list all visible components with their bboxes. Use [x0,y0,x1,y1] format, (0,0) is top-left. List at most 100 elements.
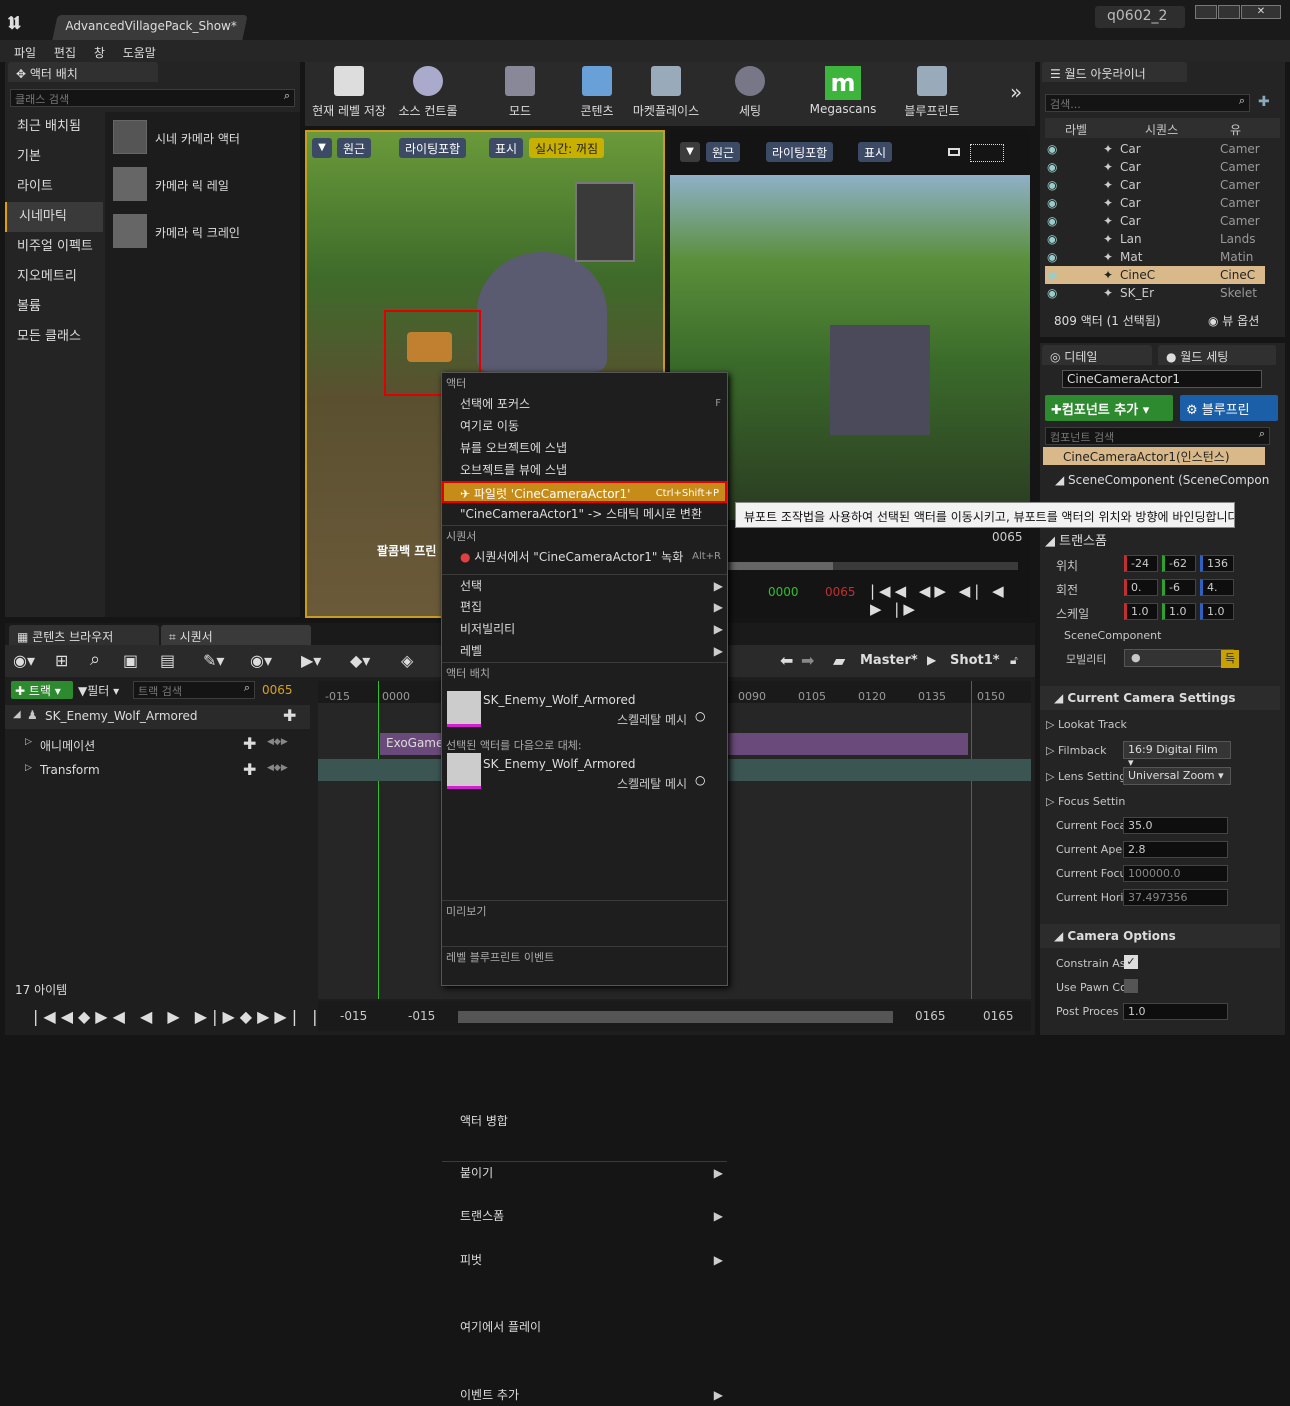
wrench-icon[interactable]: ✎▾ [203,651,224,670]
folder-icon[interactable]: ▰ [833,651,845,670]
perspective-button[interactable]: 원근 [337,138,372,158]
outliner-row[interactable]: ◉ ✦ Car Camer [1045,140,1265,158]
sequencer-tab[interactable]: ⌗ 시퀀서 [161,625,311,645]
focus-row[interactable]: ▷ Focus Settin [1046,795,1125,808]
maximize-button[interactable] [1218,5,1240,19]
menu-pilot-actor[interactable]: ✈ 파일럿 'CineCameraActor1' Ctrl+Shift+P [442,481,727,503]
lens-row[interactable]: ▷ Lens Setting [1046,770,1126,783]
rotation-field[interactable]: 0. [1124,579,1158,596]
modes-button[interactable]: 모드 [485,66,555,119]
track-row[interactable]: ◢ ♟ SK_Enemy_Wolf_Armored ✚ [5,705,310,729]
camera-settings-section[interactable]: ◢ Current Camera Settings [1040,686,1280,710]
content-browser-tab[interactable]: ▦ 콘텐츠 브라우저 [9,625,159,645]
eye-icon[interactable]: ◉ [1047,284,1057,302]
outliner-row[interactable]: ◉ ✦ Lan Lands [1045,230,1265,248]
playback-controls[interactable]: |◀◀ ◀▶ ◀| ◀ ▶ |▶ [870,582,1030,618]
use-pawn-checkbox[interactable] [1124,979,1138,993]
category-recent[interactable]: 최근 배치됨 [5,112,103,142]
save-level-button[interactable]: 현재 레벨 저장 [310,66,388,119]
place-asset-item[interactable]: SK_Enemy_Wolf_Armored 스켈레탈 메시 ○ [445,691,723,731]
eye-icon[interactable]: ◉ [1047,266,1057,284]
menu-edit[interactable]: 편집 [54,44,76,61]
view-options-button[interactable]: ◉ 뷰 옵션 [1208,312,1259,329]
settings-button[interactable]: 세팅 [720,66,780,119]
source-control-button[interactable]: 소스 컨트롤 [393,66,463,119]
menu-file[interactable]: 파일 [14,44,36,61]
lock-icon[interactable]: 🔓︎ [1010,653,1018,668]
list-item[interactable]: 시네 카메라 액터 [113,120,293,158]
eye-icon[interactable]: ◉ [1047,194,1057,212]
outliner-tab[interactable]: ☰ 월드 아웃라이너 [1042,62,1187,82]
key-nav-icon[interactable]: ◀◆▶ [267,763,288,773]
range-end[interactable]: 0165 [983,1009,1014,1023]
component-search-input[interactable]: 컴포넌트 검색 ⌕ [1045,427,1270,445]
clapper-icon[interactable]: ▤ [160,651,175,670]
filter-button[interactable]: ▼필터 ▾ [78,682,119,699]
play-icon[interactable]: ▶▾ [301,651,321,670]
view-end[interactable]: 0165 [915,1009,946,1023]
location-field[interactable]: 136 [1200,555,1234,572]
perspective-button[interactable]: 원근 [706,142,741,162]
minimize-button[interactable] [1195,5,1217,19]
column-type[interactable]: 유 [1230,121,1241,138]
list-item[interactable]: 카메라 릭 크레인 [113,214,293,252]
scale-field[interactable]: 1.0 [1162,603,1196,620]
eye-icon[interactable]: ◉ [1047,248,1057,266]
breadcrumb-master[interactable]: Master* [860,653,918,668]
eye-icon[interactable]: ◉ [1047,140,1057,158]
close-button[interactable]: ✕ [1241,5,1281,19]
filmback-row[interactable]: ▷ Filmback [1046,744,1106,757]
actor-name-field[interactable]: CineCameraActor1 [1062,370,1262,388]
filmback-dropdown[interactable]: 16:9 Digital Film ▾ [1123,741,1231,769]
add-track-button[interactable]: ✚ 트랙 ▾ [11,681,73,699]
category-visual-effects[interactable]: 비주얼 이펙트 [5,232,103,262]
outliner-row[interactable]: ◉ ✦ Car Camer [1045,176,1265,194]
focal-length-field[interactable]: 35.0 [1123,817,1228,834]
content-button[interactable]: 콘텐츠 [567,66,627,119]
menu-help[interactable]: 도움말 [123,44,156,61]
back-arrow-icon[interactable]: ⬅ [780,651,793,670]
details-tab[interactable]: ◎ 디테일 [1042,345,1152,365]
category-all-classes[interactable]: 모든 클래스 [5,322,103,352]
track-search-input[interactable]: 트랙 검색 ⌕ [133,681,255,699]
track-row[interactable]: ▷ Transform ✚ ◀◆▶ [5,759,310,783]
megascans-button[interactable]: m Megascans [805,66,881,116]
document-tab[interactable]: AdvancedVillagePack_Show* [52,15,248,40]
menu-pivot[interactable]: 피벗 ▶ [442,1249,727,1271]
outliner-search-input[interactable]: 검색... ⌕ [1045,94,1250,112]
mobility-static[interactable]: ● [1131,651,1141,664]
maximize-viewport-icon[interactable] [948,148,960,156]
sequencer-transport[interactable]: |◀◀◆▶◀ ◀ ▶ ▶|▶◆▶▶| |→ [33,1007,341,1026]
column-label[interactable]: 라벨 [1065,121,1087,138]
breadcrumb-shot[interactable]: Shot1* [950,653,1000,668]
location-field[interactable]: -62 [1162,555,1196,572]
expand-icon[interactable]: ▷ [25,763,32,773]
menu-merge-actors[interactable]: 액터 병합 [442,1110,727,1132]
world-icon[interactable]: ◉▾ [13,651,35,670]
add-icon[interactable]: ✚ [243,760,256,779]
menu-window[interactable]: 창 [94,44,105,61]
transform-section[interactable]: ◢ 트랜스폼 [1045,530,1107,549]
scene-component-row[interactable]: ◢ SceneComponent (SceneCompone [1055,473,1270,487]
show-button[interactable]: 표시 [858,142,893,162]
blueprints-button[interactable]: 블루프린트 [895,66,969,119]
outliner-row[interactable]: ◉ ✦ CineC CineC [1045,266,1265,284]
menu-convert-static-mesh[interactable]: "CineCameraActor1" -> 스태틱 메시로 변환 [442,503,727,525]
scale-field[interactable]: 1.0 [1124,603,1158,620]
key-icon[interactable]: ◆▾ [350,651,370,670]
category-geometry[interactable]: 지오메트리 [5,262,103,292]
add-folder-icon[interactable]: ✚ [1258,94,1270,110]
lens-dropdown[interactable]: Universal Zoom ▾ [1123,767,1231,785]
column-sequence[interactable]: 시퀀스 [1145,121,1178,138]
forward-arrow-icon[interactable]: ➡ [801,651,814,670]
expand-icon[interactable]: ▷ [25,737,32,747]
eye-icon[interactable]: ◉ [1047,176,1057,194]
category-lights[interactable]: 라이트 [5,172,103,202]
post-process-field[interactable]: 1.0 [1123,1003,1228,1020]
menu-attach[interactable]: 붙이기 ▶ [442,1161,727,1183]
menu-play-here[interactable]: 여기에서 플레이 [442,1316,727,1338]
show-button[interactable]: 표시 [489,138,524,158]
menu-snap-view-to-object[interactable]: 뷰를 오브젝트에 스냅 [442,437,727,459]
category-cinematic[interactable]: 시네마틱 [5,202,103,232]
place-actors-tab[interactable]: ✥ 액터 배치 [8,62,158,82]
